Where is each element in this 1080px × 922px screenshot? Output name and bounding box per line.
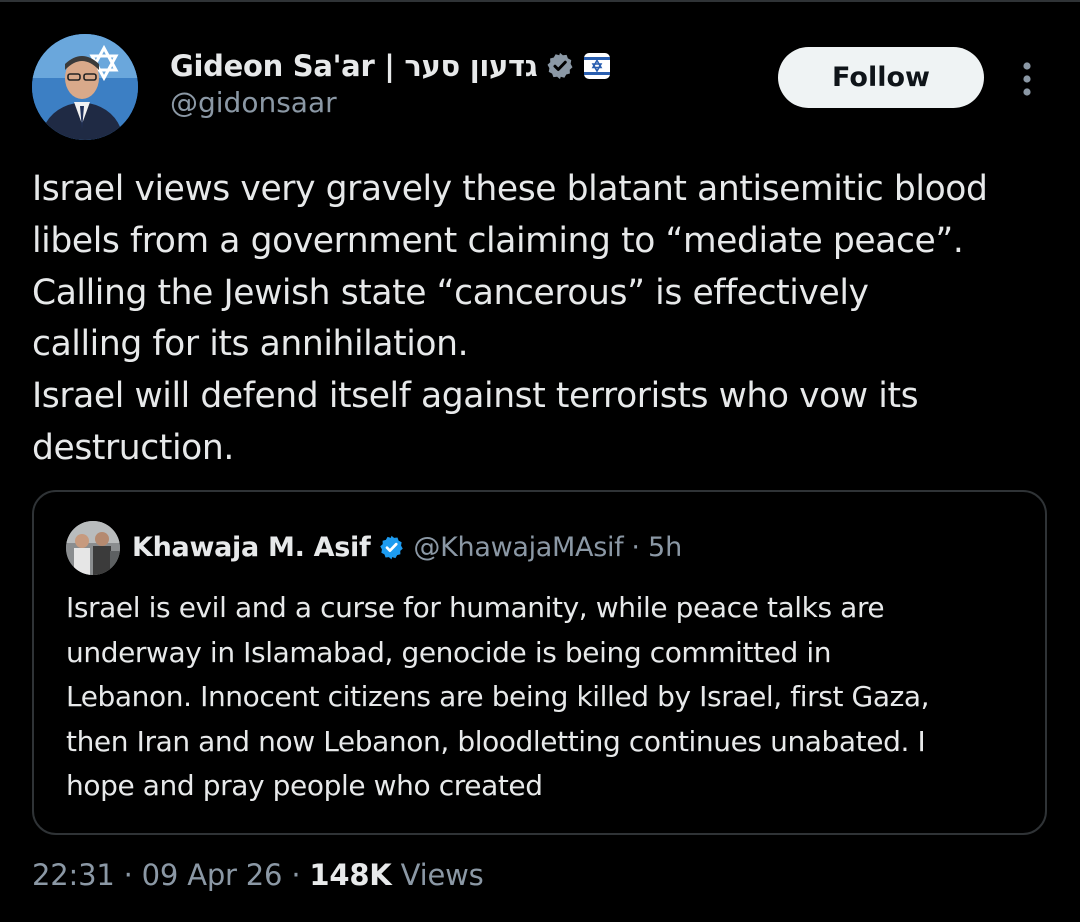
separator-dot: · [631,531,640,563]
flag-badge-icon[interactable] [583,52,611,80]
quoted-author-handle[interactable]: @KhawajaMAsif [413,532,623,563]
tweet-text-line: Israel views very gravely these blatant … [32,169,988,209]
author-name-row: Gideon Sa'ar | גדעון סער [170,44,611,88]
separator-dot: · [123,858,133,892]
tweet-text: Israel views very gravely these blatant … [32,164,1062,475]
follow-button[interactable]: Follow [778,47,984,108]
tweet-meta: 22:31 · 09 Apr 26 · 148K Views [32,858,484,892]
tweet-text-line: destruction. [32,427,234,468]
author-avatar[interactable] [32,34,138,140]
quoted-tweet-time[interactable]: 5h [648,532,682,563]
tweet-text-line: Israel will defend itself against terror… [32,376,919,417]
quoted-text-line: underway in Islamabad, genocide is being… [66,635,832,669]
quoted-text-line: hope and pray people who created [66,769,543,802]
quoted-author-name[interactable]: Khawaja M. Asif [132,532,371,563]
author-avatar-image [32,34,138,140]
verified-badge-icon [378,534,405,561]
quoted-text-line: then Iran and now Lebanon, bloodletting … [66,724,926,758]
tweet-text-line: libels from a government claiming to “me… [32,220,964,261]
quoted-text-line: Lebanon. Innocent citizens are being kil… [66,680,930,713]
tweet-detail-view: Gideon Sa'ar | גדעון סער @gidonsaar Foll… [0,0,1080,922]
quoted-tweet-card[interactable]: Khawaja M. Asif @KhawajaMAsif · 5h Israe… [32,490,1047,835]
tweet-text-line: Calling the Jewish state “cancerous” is … [32,272,869,313]
views-count[interactable]: 148K [309,858,391,892]
tweet-date[interactable]: 09 Apr 26 [142,858,283,892]
more-vertical-icon[interactable] [1016,58,1038,100]
author-handle[interactable]: @gidonsaar [170,86,337,119]
views-label: Views [400,858,484,892]
quoted-text-line: Israel is evil and a curse for humanity,… [66,591,885,624]
separator-dot: · [291,858,301,892]
quoted-author-avatar-image [66,521,120,575]
quoted-author-avatar[interactable] [66,521,120,575]
author-display-name[interactable]: Gideon Sa'ar | גדעון סער [170,49,538,83]
quoted-tweet-text: Israel is evil and a curse for humanity,… [66,586,1031,809]
top-divider [0,0,1080,2]
tweet-time[interactable]: 22:31 [32,858,115,892]
verified-badge-icon [545,51,575,81]
quoted-tweet-header: Khawaja M. Asif @KhawajaMAsif · 5h [132,527,682,567]
tweet-text-line: calling for its annihilation. [32,324,469,365]
